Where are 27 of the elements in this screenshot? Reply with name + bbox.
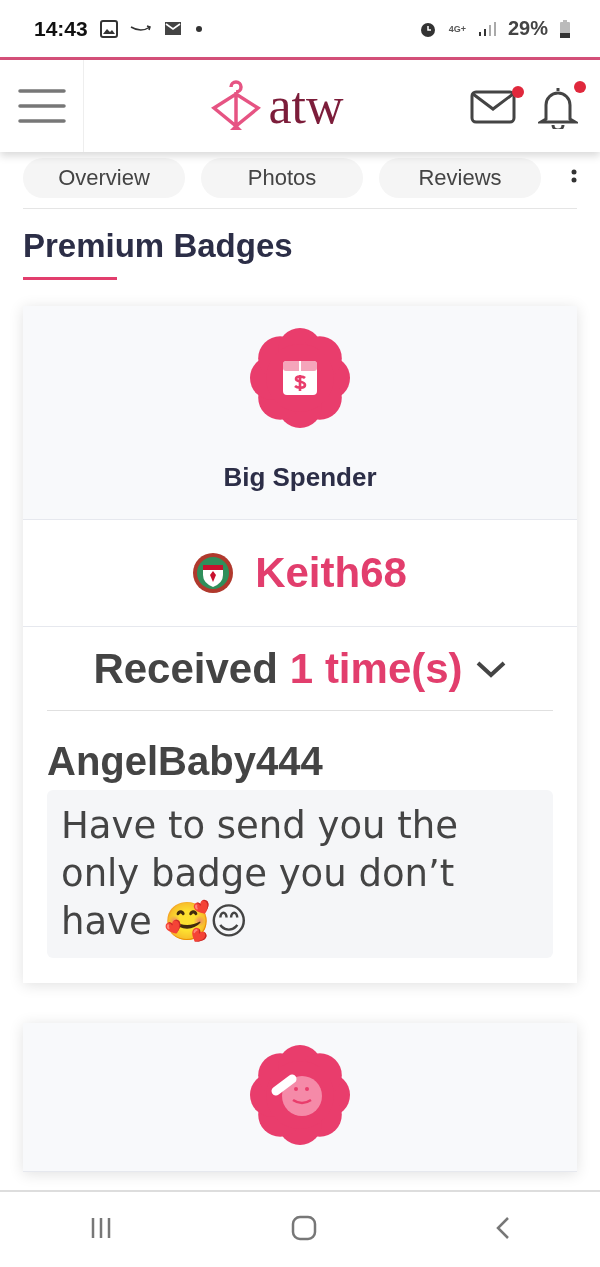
profile-tab[interactable]: Photos [201,158,363,198]
sender-name: Keith68 [255,549,407,597]
message-author: AngelBaby444 [47,739,324,784]
profile-tab[interactable]: Reviews [379,158,541,198]
home-icon [291,1215,317,1241]
badge-name: Big Spender [223,462,377,493]
dot-icon [195,25,202,32]
envelope-icon [470,89,516,124]
menu-icon [17,88,66,124]
back-icon [495,1216,511,1240]
network-type: 4G+ [448,23,466,34]
recent-apps-icon [89,1216,113,1240]
profile-tab[interactable]: Overview [23,158,185,198]
message-text: Have to send you the only badge you don’t have 🥰😊 [47,790,553,959]
logo-text: atw [268,80,344,132]
battery-percent: 29% [507,17,548,40]
section-title: Premium Badges [23,227,294,265]
image-icon [99,19,118,38]
received-toggle[interactable]: Received 1 time(s) [47,627,553,711]
status-time: 14:43 [34,16,88,41]
signal-icon [477,20,496,37]
messages-button[interactable] [470,85,524,127]
battery-icon [560,19,570,38]
mail-icon [163,20,184,37]
money-box-badge-icon [250,328,350,428]
saluting-face-badge-icon [250,1045,350,1146]
notifications-button[interactable] [538,80,586,132]
